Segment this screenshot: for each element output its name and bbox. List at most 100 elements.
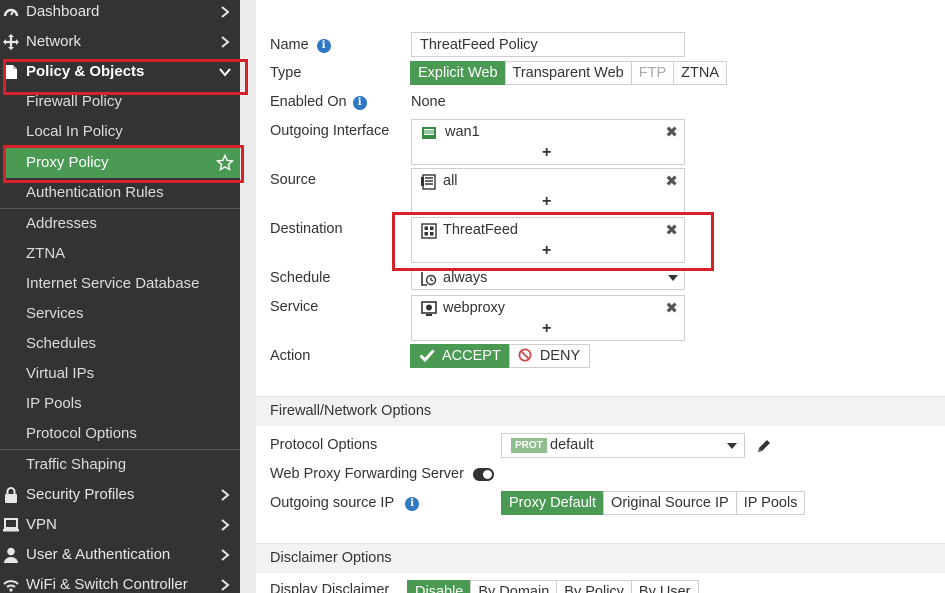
disclaimer-options-header: Disclaimer Options (256, 543, 945, 573)
add-source-button[interactable]: + (542, 193, 551, 211)
outgoing-interface-value: wan1 (445, 124, 480, 140)
toggle-knob (483, 470, 492, 479)
star-icon[interactable] (216, 154, 234, 172)
laptop-icon (3, 517, 19, 533)
schedule-value: always (443, 270, 488, 286)
check-icon (419, 349, 435, 363)
chevron-down-icon (668, 275, 678, 281)
sidebar-item-ip-pools[interactable]: IP Pools (0, 389, 240, 419)
sidebar-item-traffic-shaping[interactable]: Traffic Shaping (0, 450, 240, 480)
protocol-options-label: Protocol Options (270, 437, 378, 453)
sidebar-item-authentication-rules[interactable]: Authentication Rules (0, 178, 240, 208)
sidebar-item-internet-service-database[interactable]: Internet Service Database (0, 269, 240, 299)
outgoing-source-ip-label: Outgoing source IP i (270, 495, 420, 511)
destination-value: ThreatFeed (443, 222, 518, 238)
sidebar-item-security-profiles[interactable]: Security Profiles (0, 480, 240, 510)
protocol-badge: PROT (511, 438, 547, 453)
service-label: Service (270, 299, 319, 315)
sidebar-item-virtual-ips[interactable]: Virtual IPs (0, 359, 240, 389)
chevron-down-icon (727, 443, 737, 449)
destination-field[interactable]: ThreatFeed ✖ + (411, 217, 685, 263)
wifi-icon (3, 577, 19, 593)
forwarding-server-label: Web Proxy Forwarding Server (270, 466, 464, 482)
sidebar-item-services[interactable]: Services (0, 299, 240, 329)
info-icon[interactable]: i (352, 96, 367, 110)
address-list-icon (421, 174, 436, 190)
forwarding-server-toggle[interactable] (473, 468, 494, 481)
sidebar: Dashboard Network Policy & Objects Firew… (0, 0, 240, 593)
service-value: webproxy (443, 300, 506, 316)
sidebar-item-schedules[interactable]: Schedules (0, 329, 240, 359)
sidebar-item-proxy-policy[interactable]: Proxy Policy (4, 148, 240, 178)
sidebar-item-policy-objects[interactable]: Policy & Objects (0, 57, 240, 87)
disclaimer-by-user[interactable]: By User (630, 580, 699, 593)
chevron-right-icon (221, 519, 230, 531)
outgoing-interface-field[interactable]: wan1 ✖ + (411, 119, 685, 165)
action-label: Action (270, 348, 311, 364)
deny-icon (518, 348, 532, 362)
display-disclaimer-label: Display Disclaimer (270, 582, 390, 593)
chevron-right-icon (221, 489, 230, 501)
chevron-right-icon (221, 579, 230, 591)
sidebar-item-network[interactable]: Network (0, 27, 240, 57)
name-input[interactable] (411, 32, 685, 57)
outgoing-ip-pools[interactable]: IP Pools (735, 491, 806, 515)
sidebar-item-firewall-policy[interactable]: Firewall Policy (0, 87, 240, 117)
type-selector: Explicit Web Transparent Web FTP ZTNA (410, 61, 727, 85)
service-icon (421, 301, 437, 316)
type-option-explicit-web[interactable]: Explicit Web (410, 61, 506, 85)
remove-icon[interactable]: ✖ (665, 123, 678, 141)
disclaimer-by-policy[interactable]: By Policy (556, 580, 632, 593)
remove-icon[interactable]: ✖ (665, 172, 678, 190)
outgoing-source-ip-selector: Proxy Default Original Source IP IP Pool… (501, 491, 806, 515)
chevron-right-icon (221, 36, 230, 48)
type-option-ztna[interactable]: ZTNA (673, 61, 727, 85)
add-outgoing-interface-button[interactable]: + (542, 144, 551, 162)
user-icon (3, 547, 19, 563)
disclaimer-selector: Disable By Domain By Policy By User (407, 580, 699, 593)
protocol-options-select[interactable]: PROT default (501, 433, 745, 458)
action-deny-button[interactable]: DENY (508, 344, 591, 368)
policy-objects-icon (3, 64, 19, 80)
sidebar-item-addresses[interactable]: Addresses (0, 209, 240, 239)
chevron-right-icon (221, 549, 230, 561)
firewall-network-options-header: Firewall/Network Options (256, 396, 945, 426)
port-icon (422, 127, 436, 139)
outgoing-ip-original-source[interactable]: Original Source IP (603, 491, 737, 515)
disclaimer-by-domain[interactable]: By Domain (470, 580, 558, 593)
sidebar-item-user-authentication[interactable]: User & Authentication (0, 540, 240, 570)
destination-label: Destination (270, 221, 343, 237)
protocol-options-value: default (550, 437, 594, 453)
edit-pencil-icon[interactable] (756, 438, 772, 454)
sidebar-item-protocol-options[interactable]: Protocol Options (0, 419, 240, 449)
type-label: Type (270, 65, 302, 81)
sidebar-item-dashboard[interactable]: Dashboard (0, 0, 240, 27)
disclaimer-disable[interactable]: Disable (407, 580, 472, 593)
info-icon[interactable]: i (316, 39, 331, 53)
enabled-on-label: Enabled On i (270, 94, 367, 110)
type-option-transparent-web[interactable]: Transparent Web (504, 61, 632, 85)
lock-icon (3, 487, 19, 503)
type-option-ftp[interactable]: FTP (630, 61, 675, 85)
add-destination-button[interactable]: + (542, 242, 551, 260)
network-icon (3, 34, 19, 50)
dashboard-icon (3, 4, 19, 20)
remove-icon[interactable]: ✖ (665, 299, 678, 317)
outgoing-ip-proxy-default[interactable]: Proxy Default (501, 491, 605, 515)
info-icon[interactable]: i (405, 497, 420, 511)
sidebar-item-local-in-policy[interactable]: Local In Policy (0, 117, 240, 147)
source-field[interactable]: all ✖ + (411, 168, 685, 214)
service-field[interactable]: webproxy ✖ + (411, 295, 685, 341)
sidebar-item-ztna[interactable]: ZTNA (0, 239, 240, 269)
remove-icon[interactable]: ✖ (665, 221, 678, 239)
sidebar-item-vpn[interactable]: VPN (0, 510, 240, 540)
sidebar-item-wifi-switch-controller[interactable]: WiFi & Switch Controller (0, 570, 240, 593)
chevron-down-icon (219, 68, 231, 77)
source-value: all (443, 173, 458, 189)
action-accept-button[interactable]: ACCEPT (410, 344, 510, 368)
action-selector: ACCEPT DENY (410, 344, 591, 368)
schedule-label: Schedule (270, 270, 331, 286)
schedule-select[interactable]: always (411, 268, 685, 290)
clock-icon (421, 272, 437, 286)
add-service-button[interactable]: + (542, 320, 551, 338)
